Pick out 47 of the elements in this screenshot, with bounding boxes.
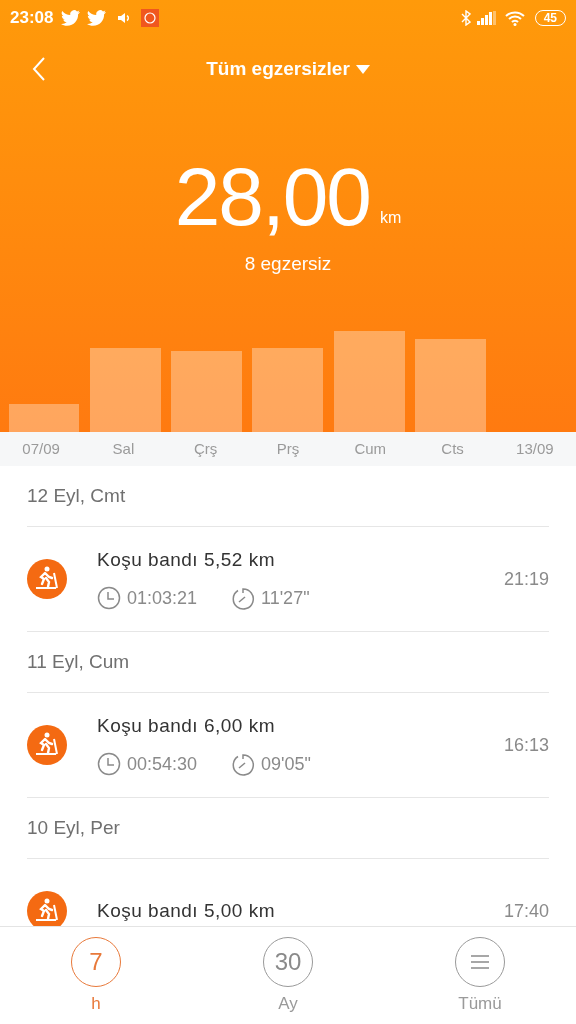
treadmill-icon (27, 725, 67, 765)
filter-dropdown[interactable]: Tüm egzersizler (206, 54, 370, 84)
workout-time: 17:40 (503, 899, 549, 923)
date-heading: 10 Eyl, Per (27, 815, 120, 840)
workout-time: 21:19 (503, 567, 549, 591)
workout-title: Koşu bandı 5,00 km (97, 898, 276, 923)
period-tab[interactable]: Tümü (384, 927, 576, 1024)
workout-pace: 09'05" (261, 752, 311, 776)
menu-icon (471, 955, 489, 969)
signal-icon (476, 11, 497, 25)
caret-icon (355, 64, 370, 74)
clock-icon (97, 752, 121, 777)
stopwatch-icon (231, 586, 255, 611)
wifi-icon (504, 10, 525, 26)
date-heading: 12 Eyl, Cmt (27, 483, 126, 508)
day-label: Cum (354, 438, 387, 459)
date-heading: 11 Eyl, Cum (27, 649, 130, 674)
status-time: 23:08 (10, 7, 54, 30)
period-tab[interactable]: 30 Ay (192, 927, 384, 1024)
chart-bar (9, 404, 79, 432)
total-distance: 28,00 (174, 156, 370, 238)
clock-icon (97, 586, 121, 611)
bluetooth-icon (460, 10, 471, 26)
workout-row[interactable]: Koşu bandı 6,00 km 00:54:30 09'05" 16:13 (27, 692, 549, 798)
day-label: Sal (112, 438, 135, 459)
stopwatch-icon (231, 752, 255, 777)
day-label: Cts (441, 438, 464, 459)
workout-pace: 11'27" (261, 586, 310, 610)
bird-icon (61, 10, 82, 26)
speaker-icon (117, 11, 132, 25)
day-label: Çrş (194, 438, 218, 459)
app-notification-icon (141, 9, 160, 27)
workout-duration: 00:54:30 (127, 752, 199, 776)
distance-unit: km (379, 208, 402, 228)
workout-time: 16:13 (503, 733, 549, 757)
period-tab[interactable]: 7 h (0, 927, 192, 1024)
workout-title: Koşu bandı 6,00 km (97, 714, 276, 739)
workout-duration: 01:03:21 (127, 586, 199, 610)
workout-count: 8 egzersiz (244, 252, 332, 276)
treadmill-icon (27, 559, 67, 599)
workout-title: Koşu bandı 5,52 km (97, 548, 276, 573)
workout-row[interactable]: Koşu bandı 5,52 km 01:03:21 11'27" 21:19 (27, 526, 549, 632)
day-label: 13/09 (516, 438, 554, 459)
day-label: 07/09 (22, 438, 60, 459)
bird-icon (87, 10, 108, 26)
day-label: Prş (276, 438, 300, 459)
back-icon[interactable] (32, 57, 46, 81)
